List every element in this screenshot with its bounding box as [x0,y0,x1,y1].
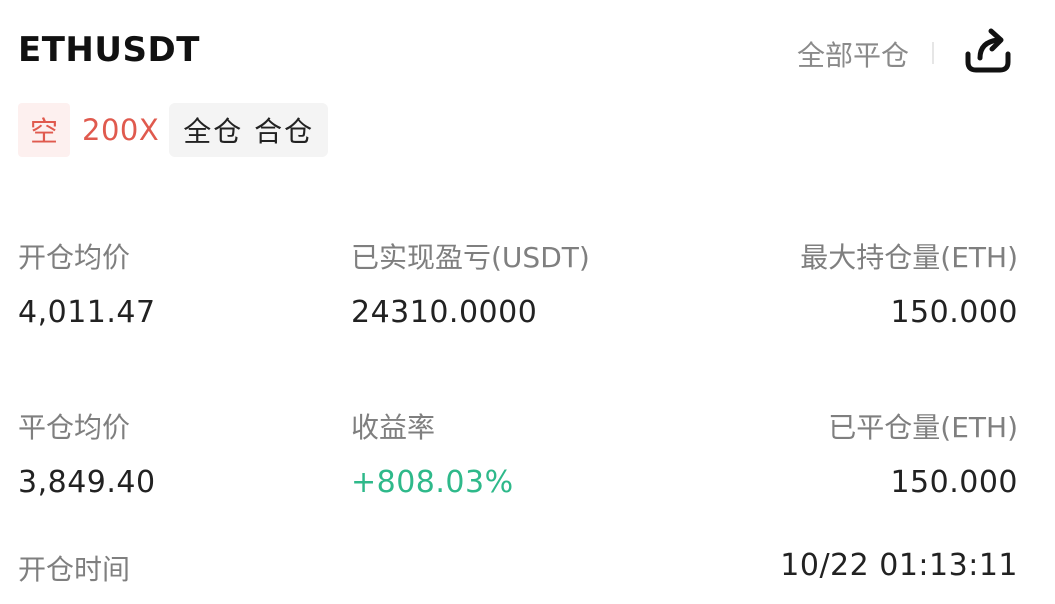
margin-mode-badge: 全仓 合仓 [169,103,329,157]
close-avg-price-value: 3,849.40 [18,465,156,500]
header-divider [932,42,934,64]
open-avg-price-label: 开仓均价 [18,241,131,274]
open-time-label: 开仓时间 [18,553,131,586]
close-all-button[interactable]: 全部平仓 [797,34,909,74]
symbol-title: ETHUSDT [18,30,200,70]
closed-position-label: 已平仓量(ETH) [828,411,1018,444]
open-time-value: 10/22 01:13:11 [780,548,1018,583]
leverage-badge: 200X [82,113,160,147]
side-badge: 空 [18,103,70,157]
position-tags: 空 200X 全仓 合仓 [18,103,329,157]
realized-pnl-value: 24310.0000 [351,295,538,330]
closed-position-value: 150.000 [890,465,1018,500]
open-avg-price-value: 4,011.47 [18,295,156,330]
share-icon[interactable] [958,26,1016,76]
realized-pnl-label: 已实现盈亏(USDT) [351,241,590,274]
max-position-value: 150.000 [890,295,1018,330]
roi-label: 收益率 [351,411,436,444]
close-avg-price-label: 平仓均价 [18,411,131,444]
max-position-label: 最大持仓量(ETH) [800,241,1018,274]
roi-value: +808.03% [351,465,514,500]
